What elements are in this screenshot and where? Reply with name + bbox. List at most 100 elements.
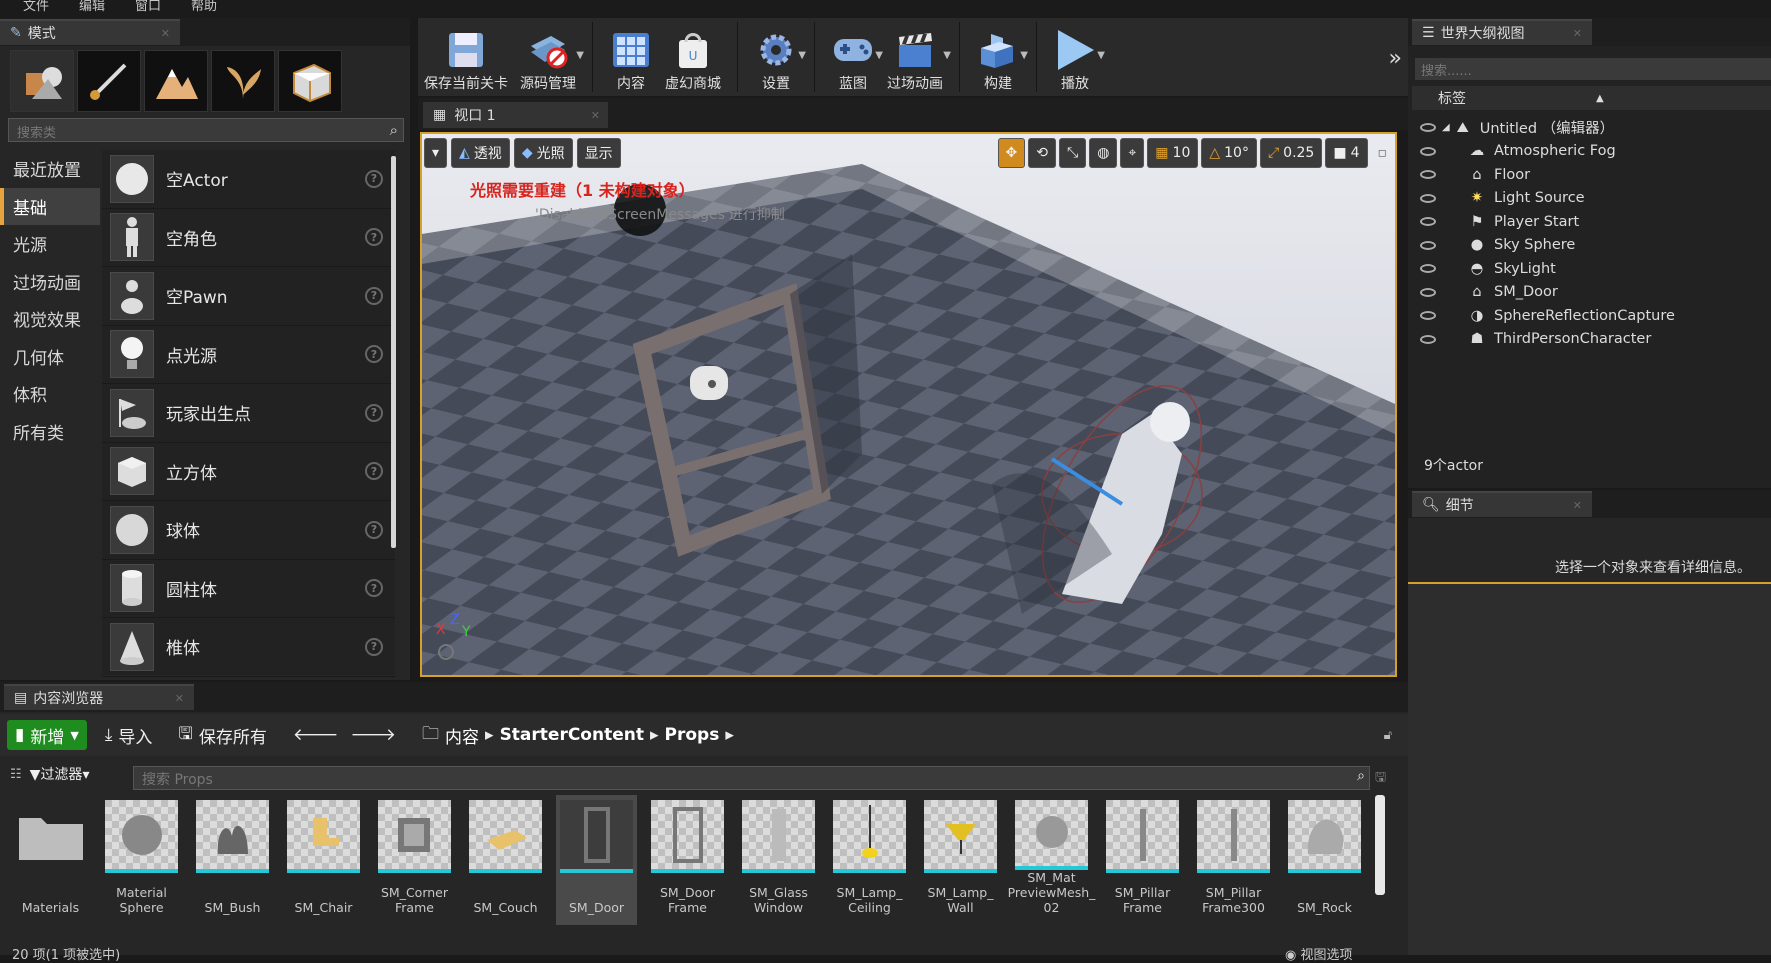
asset-tile[interactable]: SM_Mat PreviewMesh_ 02 xyxy=(1008,795,1095,925)
asset-tile[interactable]: SM_Pillar Frame xyxy=(1102,795,1183,925)
close-icon[interactable]: ✕ xyxy=(175,692,184,705)
visibility-eye-icon[interactable] xyxy=(1420,287,1436,297)
foliage-mode-button[interactable] xyxy=(211,50,275,112)
chevron-right-icon[interactable]: ▸ xyxy=(485,725,494,745)
build-button[interactable]: 构建 ▼ xyxy=(970,18,1028,96)
category-visual-effects[interactable]: 视觉效果 xyxy=(0,300,100,338)
place-item-point-light[interactable]: 点光源? xyxy=(102,326,395,384)
menu-help[interactable]: 帮助 xyxy=(176,0,232,18)
show-button[interactable]: 显示 xyxy=(576,138,621,168)
asset-tile[interactable]: Materials xyxy=(10,795,91,925)
save-level-button[interactable]: 保存当前关卡 xyxy=(418,18,514,96)
visibility-eye-icon[interactable] xyxy=(1420,334,1436,344)
expand-icon[interactable]: ◢ xyxy=(1442,122,1450,133)
asset-tile[interactable]: SM_Corner Frame xyxy=(374,795,455,925)
visibility-eye-icon[interactable] xyxy=(1420,217,1436,227)
marketplace-button[interactable]: U 虚幻商城 xyxy=(659,18,727,96)
chevron-down-icon[interactable]: ▼ xyxy=(1020,50,1028,61)
visibility-eye-icon[interactable] xyxy=(1420,170,1436,180)
visibility-eye-icon[interactable] xyxy=(1420,193,1436,203)
paint-mode-button[interactable] xyxy=(77,50,141,112)
category-geometry[interactable]: 几何体 xyxy=(0,338,100,376)
add-new-button[interactable]: ▮ 新增 ▼ xyxy=(7,720,87,750)
forward-button[interactable]: 🡒 xyxy=(342,720,404,750)
camera-speed-button[interactable]: ■ 4 xyxy=(1325,138,1368,168)
asset-tile[interactable]: SM_Lamp_ Wall xyxy=(920,795,1001,925)
viewport-options-button[interactable]: ▾ xyxy=(424,138,448,168)
place-item-player-start[interactable]: 玩家出生点? xyxy=(102,384,395,443)
category-all-classes[interactable]: 所有类 xyxy=(0,413,100,451)
close-icon[interactable]: ✕ xyxy=(1573,499,1582,512)
help-icon[interactable]: ? xyxy=(365,403,383,422)
close-icon[interactable]: ✕ xyxy=(161,27,170,40)
close-icon[interactable]: ✕ xyxy=(1573,27,1582,40)
asset-tile[interactable]: SM_Couch xyxy=(465,795,546,925)
outliner-row[interactable]: ⌂ SM_Door xyxy=(1412,281,1771,305)
outliner-column-header[interactable]: 标签 ▲ xyxy=(1412,86,1771,110)
breadcrumb-content[interactable]: 内容 xyxy=(445,723,479,748)
visibility-eye-icon[interactable] xyxy=(1420,240,1436,250)
menu-edit[interactable]: 编辑 xyxy=(64,0,120,18)
filters-button[interactable]: ▼过滤器▾ xyxy=(30,764,90,784)
visibility-eye-icon[interactable] xyxy=(1420,123,1436,133)
outliner-row[interactable]: ● Sky Sphere xyxy=(1412,234,1771,258)
help-icon[interactable]: ? xyxy=(365,345,383,364)
help-icon[interactable]: ? xyxy=(365,637,383,656)
modes-tab[interactable]: ✎ 模式 ✕ xyxy=(0,19,180,45)
surface-snap-button[interactable]: ⌖ xyxy=(1120,138,1145,168)
outliner-row[interactable]: ⚑ Player Start xyxy=(1412,210,1771,234)
maximize-icon[interactable]: ▫ xyxy=(1371,138,1395,168)
play-button[interactable]: 播放 ▼ xyxy=(1047,18,1105,96)
save-search-icon[interactable]: 🖫 xyxy=(1375,768,1386,790)
content-button[interactable]: 内容 xyxy=(603,18,659,96)
asset-grid-scrollbar[interactable] xyxy=(1375,795,1385,895)
asset-tile[interactable]: Material Sphere xyxy=(101,795,182,925)
translate-tool-button[interactable]: ✥ xyxy=(997,138,1026,168)
place-mode-button[interactable] xyxy=(10,50,74,112)
source-control-button[interactable]: 源码管理 ▼ xyxy=(514,18,584,96)
category-volumes[interactable]: 体积 xyxy=(0,375,100,413)
help-icon[interactable]: ? xyxy=(365,169,383,188)
category-recent[interactable]: 最近放置 xyxy=(0,150,100,188)
category-lights[interactable]: 光源 xyxy=(0,225,100,263)
scale-snap-button[interactable]: ⤢ 0.25 xyxy=(1259,138,1323,168)
breadcrumb-props[interactable]: Props xyxy=(665,725,720,745)
blueprints-button[interactable]: 蓝图 ▼ xyxy=(825,18,883,96)
category-basic[interactable]: 基础 xyxy=(0,187,100,225)
settings-button[interactable]: 设置 ▼ xyxy=(748,18,806,96)
asset-tile[interactable]: SM_Chair xyxy=(283,795,364,925)
search-icon[interactable]: ⌕ xyxy=(390,121,398,139)
outliner-row[interactable]: ✷ Light Source xyxy=(1412,187,1771,211)
lock-icon[interactable]: 🔓︎ xyxy=(1384,728,1392,743)
cinematics-button[interactable]: 过场动画 ▼ xyxy=(881,18,951,96)
import-button[interactable]: ⤓ 导入 xyxy=(97,720,161,750)
menu-file[interactable]: 文件 xyxy=(8,0,64,18)
asset-search-input[interactable]: 搜索 Props ⌕ xyxy=(133,766,1370,790)
place-item-empty-pawn[interactable]: 空Pawn? xyxy=(102,267,395,326)
outliner-row[interactable]: ◑ SphereReflectionCapture xyxy=(1412,304,1771,328)
outliner-tab[interactable]: ☰ 世界大纲视图 ✕ xyxy=(1412,19,1592,45)
lit-button[interactable]: ◆ 光照 xyxy=(513,138,573,168)
asset-tile[interactable]: SM_Door Frame xyxy=(647,795,728,925)
chevron-down-icon[interactable]: ▼ xyxy=(1097,50,1105,61)
grid-snap-button[interactable]: ▦ 10 xyxy=(1147,138,1199,168)
view-options-button[interactable]: ◉ 视图选项 xyxy=(1285,944,1353,963)
save-all-button[interactable]: 🖫 保存所有 xyxy=(170,720,274,750)
close-icon[interactable]: ✕ xyxy=(591,109,600,122)
outliner-row[interactable]: ◓ SkyLight xyxy=(1412,257,1771,281)
place-item-sphere[interactable]: 球体? xyxy=(102,501,395,560)
outliner-row[interactable]: ☁ Atmospheric Fog xyxy=(1412,140,1771,164)
place-search-input[interactable]: 搜索类 ⌕ xyxy=(8,118,404,142)
help-icon[interactable]: ? xyxy=(365,228,383,247)
place-item-cone[interactable]: 椎体? xyxy=(102,618,395,677)
chevron-down-icon[interactable]: ▼ xyxy=(576,50,584,61)
outliner-root[interactable]: ◢ ⛰ Untitled （编辑器） xyxy=(1412,116,1771,140)
back-button[interactable]: 🡐 xyxy=(285,720,347,750)
content-browser-tab[interactable]: ▤ 内容浏览器 ✕ xyxy=(4,684,194,710)
rotation-snap-button[interactable]: △ 10° xyxy=(1201,138,1257,168)
rotate-tool-button[interactable]: ⟲ xyxy=(1028,138,1056,168)
visibility-eye-icon[interactable] xyxy=(1420,264,1436,274)
outliner-row[interactable]: ⌂ Floor xyxy=(1412,163,1771,187)
place-item-empty-actor[interactable]: 空Actor? xyxy=(102,150,395,209)
asset-tile[interactable]: SM_Lamp_ Ceiling xyxy=(829,795,910,925)
